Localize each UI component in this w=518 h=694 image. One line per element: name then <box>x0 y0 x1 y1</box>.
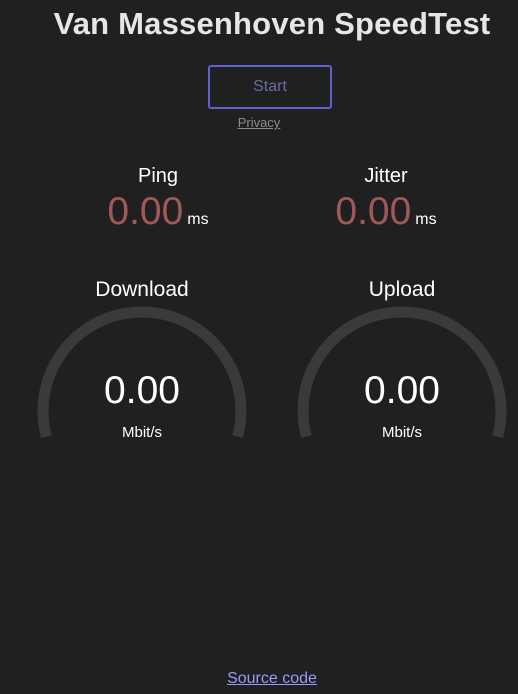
jitter-unit: ms <box>415 211 437 228</box>
source-code-link[interactable]: Source code <box>0 670 518 688</box>
ping-metric: Ping 0.00 ms <box>58 164 258 234</box>
speedtest-page: Van Massenhoven SpeedTest Start Privacy … <box>0 0 518 694</box>
upload-value: 0.00 <box>364 369 440 412</box>
jitter-metric: Jitter 0.00 ms <box>286 164 486 234</box>
upload-gauge: Upload 0.00 Mbit/s <box>296 277 508 457</box>
download-unit: Mbit/s <box>121 424 162 441</box>
upload-label: Upload <box>368 278 436 301</box>
upload-unit: Mbit/s <box>381 424 422 441</box>
ping-label: Ping <box>137 165 179 187</box>
privacy-link[interactable]: Privacy <box>0 115 518 130</box>
download-value: 0.00 <box>104 369 180 412</box>
jitter-value-row: 0.00 ms <box>286 190 486 234</box>
jitter-value: 0.00 <box>335 190 412 233</box>
ping-unit: ms <box>187 211 209 228</box>
ping-value-row: 0.00 ms <box>58 190 258 234</box>
page-title: Van Massenhoven SpeedTest <box>53 6 491 41</box>
download-label: Download <box>95 278 189 301</box>
ping-value: 0.00 <box>107 190 184 233</box>
start-button[interactable]: Start <box>208 65 332 109</box>
download-gauge: Download 0.00 Mbit/s <box>36 277 248 457</box>
jitter-label: Jitter <box>364 165 408 187</box>
